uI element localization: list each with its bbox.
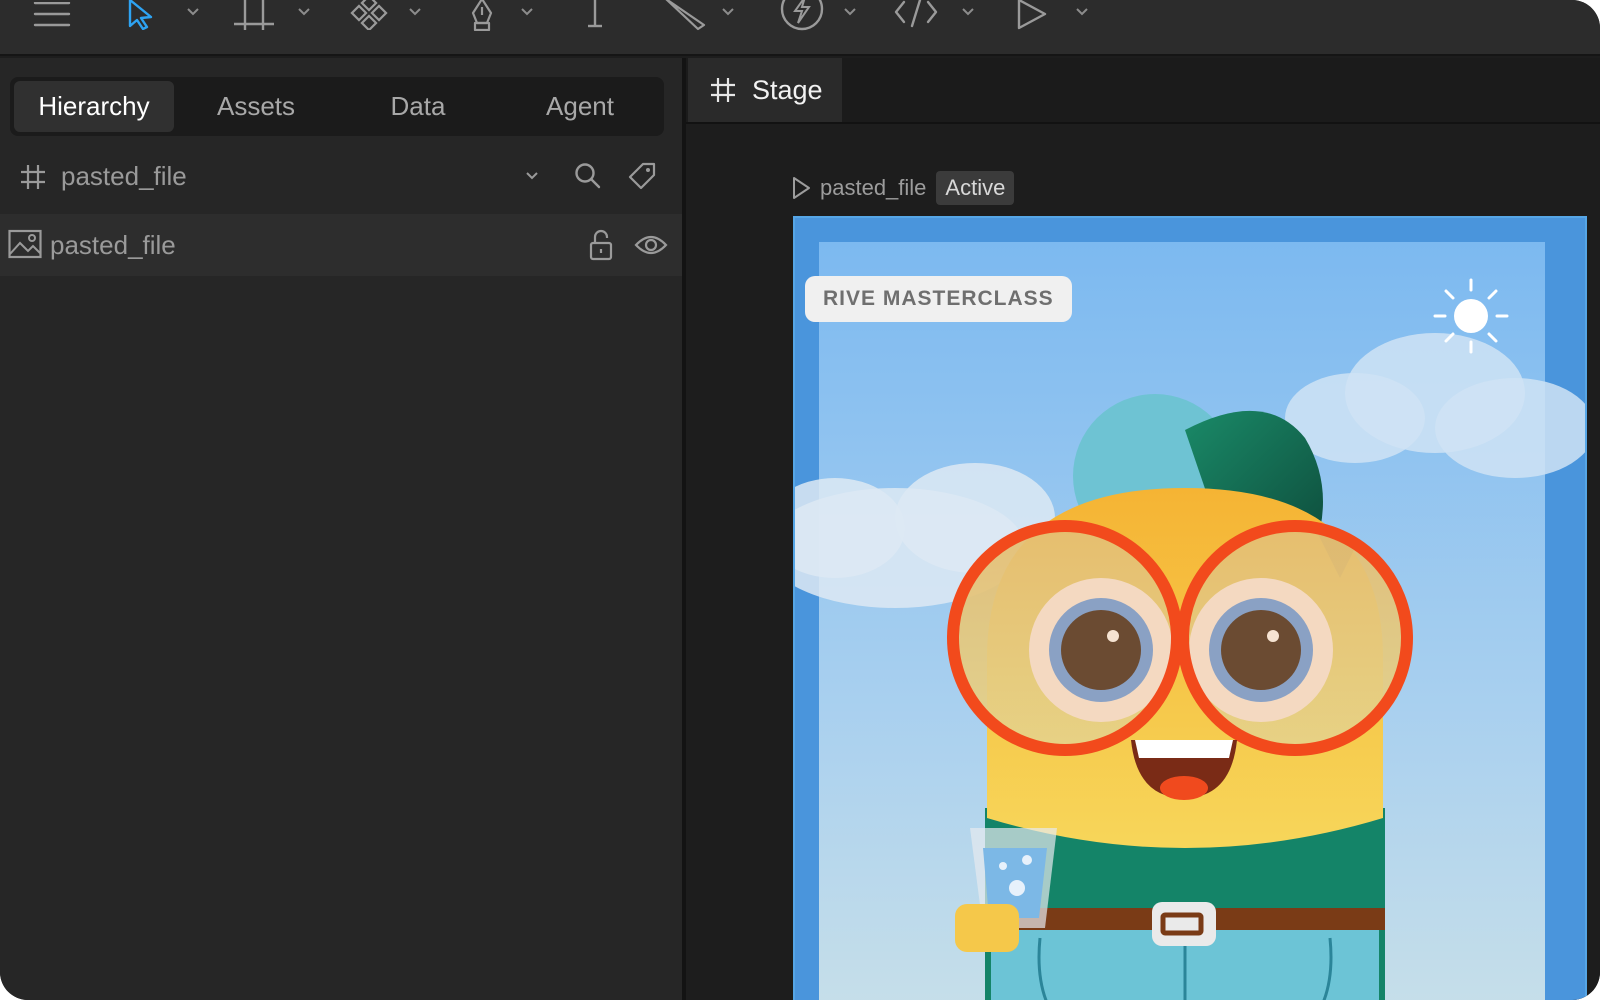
- toolbar: [0, 0, 1600, 56]
- text-cursor-icon[interactable]: [580, 0, 610, 30]
- play-icon[interactable]: [792, 176, 812, 200]
- chevron-down-icon[interactable]: [294, 0, 314, 24]
- frame-tool-icon[interactable]: [234, 0, 274, 30]
- eye-icon[interactable]: [633, 231, 669, 259]
- lightning-icon[interactable]: [780, 0, 824, 31]
- sun-icon: [1433, 278, 1509, 354]
- state-badge[interactable]: Active: [936, 171, 1015, 205]
- frame-icon: [18, 162, 48, 192]
- layer-row[interactable]: pasted_file: [0, 214, 682, 276]
- code-icon[interactable]: [894, 0, 938, 30]
- panel-tabs: Hierarchy Assets Data Agent: [10, 77, 664, 136]
- chevron-down-icon[interactable]: [958, 0, 978, 24]
- hierarchy-panel: Hierarchy Assets Data Agent pasted_file: [0, 58, 682, 1000]
- chevron-down-icon[interactable]: [183, 0, 203, 24]
- play-icon[interactable]: [1014, 0, 1050, 30]
- image-icon: [8, 229, 42, 259]
- tab-stage[interactable]: Stage: [688, 58, 842, 122]
- artboard-label[interactable]: pasted_file Active: [792, 170, 1015, 206]
- tab-data[interactable]: Data: [338, 81, 498, 132]
- frame-icon: [710, 77, 736, 103]
- layer-name: pasted_file: [50, 230, 176, 260]
- components-icon[interactable]: [350, 0, 390, 30]
- tab-hierarchy[interactable]: Hierarchy: [14, 81, 174, 132]
- menu-icon[interactable]: [32, 0, 72, 30]
- masterclass-illustration: [795, 218, 1585, 1000]
- chevron-down-icon[interactable]: [522, 166, 542, 186]
- search-icon[interactable]: [572, 160, 604, 192]
- artboard-row[interactable]: pasted_file: [0, 148, 682, 206]
- artboard-label-name: pasted_file: [820, 175, 927, 200]
- chevron-down-icon[interactable]: [405, 0, 425, 24]
- chevron-down-icon[interactable]: [840, 0, 860, 24]
- select-arrow-icon[interactable]: [124, 0, 160, 30]
- pen-tool-icon[interactable]: [464, 0, 500, 31]
- chevron-down-icon[interactable]: [517, 0, 537, 24]
- artboard-canvas[interactable]: RIVE MASTERCLASS: [793, 216, 1587, 1000]
- masterclass-tag: RIVE MASTERCLASS: [805, 276, 1072, 322]
- stage-tab-label: Stage: [752, 74, 823, 105]
- stage-tab-bar: Stage: [686, 58, 1600, 124]
- chevron-down-icon[interactable]: [1072, 0, 1092, 24]
- stage-area: Stage pasted_file Active RIVE MASTERCLAS…: [686, 58, 1600, 1000]
- unlock-icon[interactable]: [588, 228, 614, 262]
- app-window: Hierarchy Assets Data Agent pasted_file: [0, 0, 1600, 1000]
- knife-tool-icon[interactable]: [664, 0, 708, 31]
- chevron-down-icon[interactable]: [718, 0, 738, 24]
- artboard-name: pasted_file: [61, 161, 187, 191]
- tab-agent[interactable]: Agent: [500, 81, 660, 132]
- tab-assets[interactable]: Assets: [176, 81, 336, 132]
- tag-icon[interactable]: [626, 160, 658, 192]
